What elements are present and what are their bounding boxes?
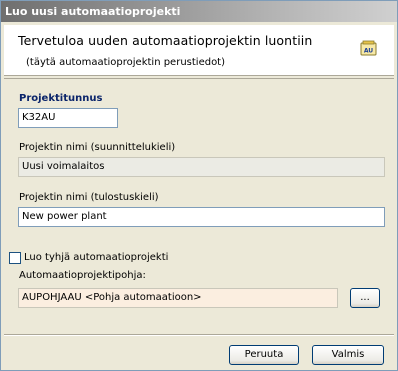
name-print-input[interactable]: New power plant (18, 207, 385, 227)
form-panel: Projektitunnus K32AU Projektin nimi (suu… (4, 78, 394, 330)
header-subtitle: (täytä automaatioprojektin perustiedot) (26, 57, 226, 68)
template-input[interactable]: AUPOHJAAU <Pohja automaatioon> (18, 288, 338, 308)
footer-separator (4, 334, 394, 336)
header-title: Tervetuloa uuden automaatioprojektin luo… (18, 33, 313, 48)
empty-project-checkbox[interactable] (9, 252, 21, 264)
cancel-button[interactable]: Peruuta (229, 345, 299, 365)
template-label: Automaatioprojektipohja: (19, 270, 146, 281)
empty-project-checkbox-label[interactable]: Luo tyhjä automaatioprojekti (24, 252, 168, 263)
name-design-label: Projektin nimi (suunnittelukieli) (19, 142, 176, 153)
name-print-label: Projektin nimi (tulostuskieli) (19, 192, 159, 203)
dialog-window: Luo uusi automaatioprojekti Tervetuloa u… (0, 0, 398, 371)
browse-button[interactable]: ... (350, 288, 380, 308)
wizard-header: Tervetuloa uuden automaatioprojektin luo… (4, 25, 394, 76)
icon-label: AU (364, 48, 373, 55)
project-id-input[interactable]: K32AU (18, 108, 118, 128)
name-design-input[interactable]: Uusi voimalaitos (18, 157, 385, 177)
project-wizard-icon: AU (360, 40, 377, 56)
project-id-label: Projektitunnus (19, 93, 103, 104)
finish-button[interactable]: Valmis (312, 345, 384, 365)
window-title: Luo uusi automaatioprojekti (1, 1, 397, 22)
